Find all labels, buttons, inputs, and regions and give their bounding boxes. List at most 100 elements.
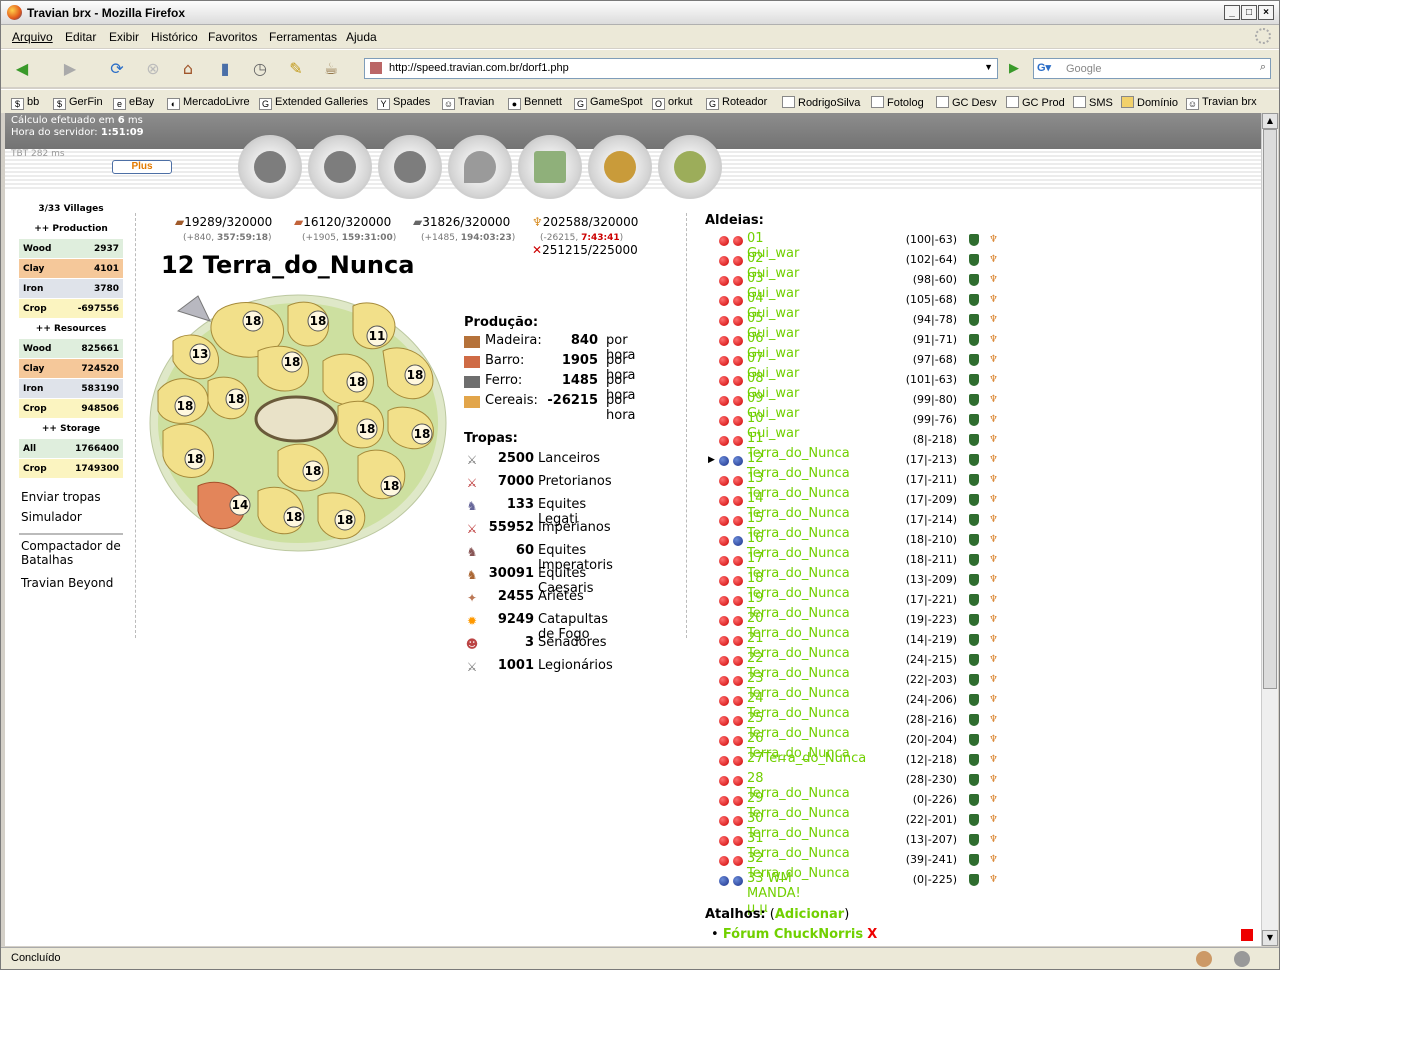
troop-row[interactable]: ⚔ 55952 Imperianos <box>464 520 611 543</box>
menu-favoritos[interactable]: Favoritos <box>208 30 257 44</box>
send-troops-icon[interactable] <box>969 734 979 746</box>
send-resources-icon[interactable]: ♆ <box>989 634 999 646</box>
village-map-icon[interactable] <box>658 135 722 199</box>
bookmark-item[interactable]: G Extended Galleries <box>259 96 368 110</box>
send-resources-icon[interactable]: ♆ <box>989 454 999 466</box>
field-level[interactable]: 18 <box>302 460 324 482</box>
village-row[interactable]: 26 Terra_do_Nunca (20|-204) ♆ <box>705 731 998 761</box>
send-resources-icon[interactable]: ♆ <box>989 614 999 626</box>
bookmark-folder[interactable]: Domínio <box>1121 96 1178 109</box>
send-troops-icon[interactable] <box>969 594 979 606</box>
send-resources-icon[interactable]: ♆ <box>989 254 999 266</box>
village-row[interactable]: 29 Terra_do_Nunca (0|-226) ♆ <box>705 791 998 821</box>
send-troops-icon[interactable] <box>969 234 979 246</box>
send-resources-icon[interactable]: ♆ <box>989 734 999 746</box>
back-icon[interactable]: ◀ <box>9 56 35 82</box>
send-resources-icon[interactable]: ♆ <box>989 874 999 886</box>
village-row[interactable]: 11 Terra_do_Nunca (8|-218) ♆ <box>705 431 998 461</box>
monkey-icon[interactable] <box>1196 951 1212 967</box>
bookmark-item[interactable]: G GameSpot <box>574 96 643 110</box>
village-row[interactable]: 18 Terra_do_Nunca (13|-209) ♆ <box>705 571 998 601</box>
search-icon[interactable]: ⌕ <box>1260 61 1266 74</box>
bookmarks-icon[interactable]: ▮ <box>212 56 238 82</box>
village-row[interactable]: 04 Gui_war (105|-68) ♆ <box>705 291 998 321</box>
village-row[interactable]: 21 Terra_do_Nunca (14|-219) ♆ <box>705 631 998 661</box>
village-row[interactable]: 32 Terra_do_Nunca (39|-241) ♆ <box>705 851 998 881</box>
menu-ferramentas[interactable]: Ferramentas <box>269 30 337 44</box>
menu-arquivo[interactable]: Arquivo <box>12 30 53 44</box>
send-troops-icon[interactable] <box>969 434 979 446</box>
bookmark-item[interactable]: e eBay <box>113 96 154 110</box>
send-resources-icon[interactable]: ♆ <box>989 714 999 726</box>
send-troops-icon[interactable] <box>969 374 979 386</box>
village-row[interactable]: 27Terra_do_Nunca (12|-218) ♆ <box>705 751 998 771</box>
forward-icon[interactable]: ▶ <box>57 56 83 82</box>
send-resources-icon[interactable]: ♆ <box>989 694 999 706</box>
bookmark-item[interactable]: GC Desv <box>936 96 997 109</box>
village-row[interactable]: 09 Gui_war (99|-80) ♆ <box>705 391 998 421</box>
send-resources-icon[interactable]: ♆ <box>989 534 999 546</box>
bookmark-item[interactable]: Y Spades <box>377 96 430 110</box>
storage-title[interactable]: ++ Storage <box>19 419 123 439</box>
field-level[interactable]: 18 <box>174 395 196 417</box>
reports-icon[interactable] <box>518 135 582 199</box>
village-row[interactable]: 05 Gui_war (94|-78) ♆ <box>705 311 998 341</box>
village-row[interactable]: 03 Gui_war (98|-60) ♆ <box>705 271 998 301</box>
production-title[interactable]: ++ Production <box>19 219 123 239</box>
send-resources-icon[interactable]: ♆ <box>989 794 999 806</box>
google-icon[interactable]: G▾ <box>1037 61 1051 74</box>
village-row[interactable]: 28 Terra_do_Nunca (28|-230) ♆ <box>705 771 998 801</box>
send-resources-icon[interactable]: ♆ <box>989 274 999 286</box>
send-troops-icon[interactable] <box>969 414 979 426</box>
send-troops-icon[interactable] <box>969 494 979 506</box>
troop-row[interactable]: ♞ 60 Equites Imperatoris <box>464 543 613 573</box>
go-icon[interactable]: ▶ <box>1001 56 1027 82</box>
send-resources-icon[interactable]: ♆ <box>989 594 999 606</box>
menu-exibir[interactable]: Exibir <box>109 30 139 44</box>
minimize-button[interactable]: _ <box>1224 5 1240 20</box>
send-troops-icon[interactable] <box>969 774 979 786</box>
send-resources-icon[interactable]: ♆ <box>989 854 999 866</box>
send-resources-icon[interactable]: ♆ <box>989 494 999 506</box>
village-row[interactable]: 06 Gui_war (91|-71) ♆ <box>705 331 998 361</box>
village-row[interactable]: 01 Gui_war (100|-63) ♆ <box>705 231 998 261</box>
field-level[interactable]: 13 <box>189 343 211 365</box>
history-icon[interactable]: ◷ <box>247 56 273 82</box>
bookmark-item[interactable]: ☺ Travian <box>442 96 494 110</box>
troop-row[interactable]: ♞ 133 Equites Legati <box>464 497 587 527</box>
search-box[interactable]: G▾ Google ⌕ <box>1033 58 1271 79</box>
village-row[interactable]: 13 Terra_do_Nunca (17|-211) ♆ <box>705 471 998 501</box>
field-level[interactable]: 14 <box>229 494 251 516</box>
send-resources-icon[interactable]: ♆ <box>989 394 999 406</box>
village-row[interactable]: 10 Gui_war (99|-76) ♆ <box>705 411 998 441</box>
address-bar[interactable]: http://speed.travian.com.br/dorf1.php ▼ <box>364 58 998 79</box>
send-resources-icon[interactable]: ♆ <box>989 654 999 666</box>
send-resources-icon[interactable]: ♆ <box>989 574 999 586</box>
send-resources-icon[interactable]: ♆ <box>989 334 999 346</box>
send-resources-icon[interactable]: ♆ <box>989 434 999 446</box>
bookmark-item[interactable]: ◐ MercadoLivre <box>167 96 250 110</box>
field-level[interactable]: 18 <box>411 423 433 445</box>
send-troops-icon[interactable] <box>969 294 979 306</box>
send-troops-icon[interactable] <box>969 554 979 566</box>
send-troops-icon[interactable] <box>969 754 979 766</box>
troop-row[interactable]: ⚔ 2500 Lanceiros <box>464 451 600 474</box>
village-row[interactable]: 14 Terra_do_Nunca (17|-209) ♆ <box>705 491 998 521</box>
village-row[interactable]: 30 Terra_do_Nunca (22|-201) ♆ <box>705 811 998 841</box>
send-resources-icon[interactable]: ♆ <box>989 514 999 526</box>
send-troops-icon[interactable] <box>969 534 979 546</box>
close-button[interactable]: × <box>1258 5 1274 20</box>
send-troops-icon[interactable] <box>969 354 979 366</box>
village-row[interactable]: 07 Gui_war (97|-68) ♆ <box>705 351 998 381</box>
coffee-icon[interactable]: ☕ <box>318 56 344 82</box>
send-resources-icon[interactable]: ♆ <box>989 754 999 766</box>
send-troops-icon[interactable] <box>969 814 979 826</box>
village-row[interactable]: 08 Gui_war (101|-63) ♆ <box>705 371 998 401</box>
scroll-up-icon[interactable]: ▲ <box>1262 113 1278 129</box>
send-troops-icon[interactable] <box>969 634 979 646</box>
map-icon[interactable] <box>378 135 442 199</box>
bookmark-item[interactable]: $ bb <box>11 96 39 110</box>
send-troops-icon[interactable] <box>969 514 979 526</box>
bookmark-item[interactable]: ☺ Travian brx <box>1186 96 1257 110</box>
field-level[interactable]: 18 <box>283 506 305 528</box>
